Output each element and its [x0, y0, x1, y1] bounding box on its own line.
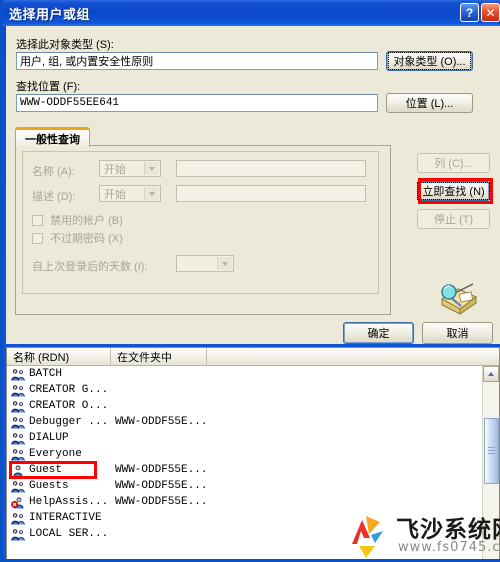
group-icon [11, 368, 26, 381]
watermark: 飞沙系统网 www.fs0745.com [350, 508, 500, 562]
non-expiring-password-checkbox[interactable] [32, 233, 43, 244]
group-icon [11, 400, 26, 413]
query-panel-inner: 名称 (A): 开始 描述 (D): 开始 禁用的帐户 (B) 不过期密码 (X… [22, 151, 379, 294]
user-icon [11, 464, 26, 477]
table-row[interactable]: CREATOR G... [7, 382, 482, 398]
disabled-accounts-label: 禁用的帐户 (B) [50, 215, 123, 227]
location-label: 查找位置 (F): [16, 81, 81, 93]
row-name-cell: Guest [7, 464, 111, 477]
table-row[interactable]: CREATOR O... [7, 398, 482, 414]
row-name-text: Everyone [29, 448, 82, 460]
group-icon [11, 480, 26, 493]
row-name-text: DIALUP [29, 432, 69, 444]
object-type-button-label: 对象类型 (O)... [388, 52, 471, 70]
row-name-cell: Guests [7, 480, 111, 493]
row-name-text: Guest [29, 464, 63, 476]
group-icon [11, 448, 26, 461]
find-search-icon [436, 275, 480, 315]
close-button[interactable]: ✕ [481, 3, 500, 22]
dialog-body: 选择此对象类型 (S): 用户, 组, 或内置安全性原则 对象类型 (O)...… [6, 26, 500, 344]
stop-button[interactable]: 停止 (T) [417, 209, 490, 229]
row-name-cell: Debugger ... [7, 416, 111, 429]
group-icon [11, 528, 26, 541]
title-bar: 选择用户或组 ? ✕ [3, 0, 500, 26]
non-expiring-password-checkbox-row[interactable]: 不过期密码 (X) [32, 230, 123, 246]
find-now-button-label: 立即查找 (N) [417, 182, 490, 200]
disabled-accounts-checkbox-row[interactable]: 禁用的帐户 (B) [32, 212, 123, 228]
window-title: 选择用户或组 [9, 6, 91, 22]
row-name-cell: INTERACTIVE [7, 512, 111, 525]
name-operator-select[interactable]: 开始 [99, 160, 161, 177]
description-value-input[interactable] [176, 185, 366, 202]
chevron-down-icon[interactable] [217, 257, 232, 270]
table-row[interactable]: BATCH [7, 366, 482, 382]
row-name-text: CREATOR G... [29, 384, 109, 396]
watermark-url: www.fs0745.com [398, 540, 500, 555]
help-button[interactable]: ? [460, 3, 479, 22]
row-name-cell: LOCAL SER... [7, 528, 111, 541]
results-list-header: 名称 (RDN) 在文件夹中 [7, 348, 499, 366]
cancel-button[interactable]: 取消 [422, 322, 493, 344]
column-header-name[interactable]: 名称 (RDN) [7, 348, 111, 365]
name-label: 名称 (A): [32, 166, 75, 178]
row-name-cell: DIALUP [7, 432, 111, 445]
column-header-folder[interactable]: 在文件夹中 [111, 348, 207, 365]
table-row[interactable]: Everyone [7, 446, 482, 462]
days-since-login-select[interactable] [176, 255, 234, 272]
dialog-window: 选择用户或组 ? ✕ 选择此对象类型 (S): 用户, 组, 或内置安全性原则 … [0, 0, 500, 562]
description-operator-select[interactable]: 开始 [99, 185, 161, 202]
scrollbar-thumb[interactable] [484, 418, 499, 484]
ok-button[interactable]: 确定 [343, 322, 414, 344]
row-name-text: BATCH [29, 368, 63, 380]
object-type-button[interactable]: 对象类型 (O)... [386, 51, 473, 71]
row-name-cell: HelpAssis... [7, 496, 111, 509]
group-icon [11, 512, 26, 525]
watermark-text: 飞沙系统网 [396, 517, 500, 543]
table-row[interactable]: Guests WWW-ODDF55E... [7, 478, 482, 494]
screenshot-root: 选择用户或组 ? ✕ 选择此对象类型 (S): 用户, 组, 或内置安全性原则 … [0, 0, 500, 562]
row-name-text: Debugger ... [29, 416, 109, 428]
table-row[interactable]: Guest WWW-ODDF55E... [7, 462, 482, 478]
row-folder-cell: WWW-ODDF55E... [115, 480, 208, 492]
object-type-input[interactable]: 用户, 组, 或内置安全性原则 [16, 52, 378, 70]
row-folder-cell: WWW-ODDF55E... [115, 416, 208, 428]
location-button[interactable]: 位置 (L)... [386, 93, 473, 113]
scroll-up-arrow-icon[interactable] [483, 366, 499, 382]
location-input[interactable]: WWW-ODDF55EE641 [16, 94, 378, 112]
table-row[interactable]: Debugger ... WWW-ODDF55E... [7, 414, 482, 430]
table-row[interactable]: DIALUP [7, 430, 482, 446]
row-name-text: LOCAL SER... [29, 528, 109, 540]
group-icon [11, 384, 26, 397]
row-name-text: Guests [29, 480, 69, 492]
description-label: 描述 (D): [32, 191, 76, 203]
row-folder-cell: WWW-ODDF55E... [115, 464, 208, 476]
name-operator-value: 开始 [104, 163, 126, 176]
row-name-text: INTERACTIVE [29, 512, 102, 524]
row-name-cell: CREATOR G... [7, 384, 111, 397]
disabled-accounts-checkbox[interactable] [32, 215, 43, 226]
name-value-input[interactable] [176, 160, 366, 177]
row-name-cell: BATCH [7, 368, 111, 381]
row-name-text: HelpAssis... [29, 496, 109, 508]
row-name-cell: Everyone [7, 448, 111, 461]
group-icon [11, 432, 26, 445]
column-header-filler [207, 348, 499, 365]
days-since-login-label: 自上次登录后的天数 (I): [32, 261, 148, 273]
tab-general-query[interactable]: 一般性查询 [15, 127, 90, 147]
dialog-footer: 确定 取消 [6, 322, 500, 344]
find-now-button[interactable]: 立即查找 (N) [417, 181, 490, 201]
row-name-cell: CREATOR O... [7, 400, 111, 413]
row-name-text: CREATOR O... [29, 400, 109, 412]
title-bar-buttons: ? ✕ [460, 3, 500, 22]
row-folder-cell: WWW-ODDF55E... [115, 496, 208, 508]
group-icon [11, 416, 26, 429]
object-type-label: 选择此对象类型 (S): [16, 39, 114, 51]
non-expiring-password-label: 不过期密码 (X) [50, 233, 123, 245]
description-operator-value: 开始 [104, 188, 126, 201]
user-disabled-icon [11, 496, 26, 509]
query-panel: 名称 (A): 开始 描述 (D): 开始 禁用的帐户 (B) 不过期密码 (X… [15, 145, 391, 315]
columns-button[interactable]: 列 (C)... [417, 153, 490, 173]
chevron-down-icon[interactable] [144, 187, 159, 200]
chevron-down-icon[interactable] [144, 162, 159, 175]
